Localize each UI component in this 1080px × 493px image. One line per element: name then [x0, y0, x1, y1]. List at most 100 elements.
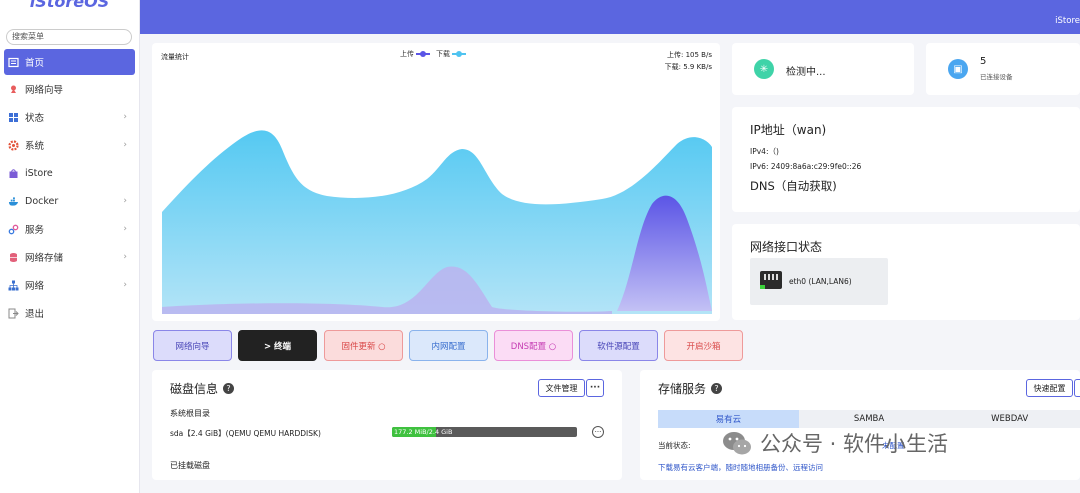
port-label: eth0 (LAN,LAN6)	[789, 277, 852, 286]
legend-download[interactable]: 下载	[436, 49, 466, 59]
sidebar-item-wizard[interactable]: 网络向导	[0, 75, 139, 103]
watermark-text: 公众号 · 软件小生活	[760, 432, 949, 456]
devices-count: 5	[980, 56, 987, 67]
legend-download-label: 下载	[436, 50, 450, 58]
storage-tabs: 易有云 SAMBA WEBDAV	[658, 410, 1080, 428]
mounted-heading: 已挂载磁盘	[170, 461, 210, 470]
disk-usage-bar: 177.2 MiB/2.4 GiB	[392, 427, 577, 437]
disk-options-icon[interactable]: ···	[592, 426, 604, 438]
sidebar-item-docker[interactable]: Docker ›	[0, 187, 139, 215]
net-interface-card: 网络接口状态 eth0 (LAN,LAN6)	[732, 224, 1080, 320]
sidebar-item-label: Docker	[25, 195, 59, 207]
logout-icon	[8, 308, 19, 319]
ipv6-value: IPv6: 2409:8a6a:c29:9fe0::26	[750, 162, 862, 171]
tab-webdav[interactable]: WEBDAV	[939, 410, 1080, 428]
storage-title-text: 存储服务	[658, 382, 707, 396]
file-manager-button[interactable]: 文件管理	[538, 379, 585, 397]
chevron-right-icon: ›	[123, 140, 127, 150]
sidebar-item-services[interactable]: 服务 ›	[0, 215, 139, 243]
sidebar-item-net-storage[interactable]: 网络存储 ›	[0, 243, 139, 271]
sidebar-item-label: 网络	[25, 281, 45, 292]
sidebar-item-label: 系统	[25, 141, 45, 152]
disk-title-text: 磁盘信息	[170, 382, 219, 396]
sidebar-item-istore[interactable]: iStore	[0, 159, 139, 187]
root-dir-heading: 系统根目录	[170, 409, 210, 418]
disk-usage-text: 177.2 MiB/2.4 GiB	[394, 428, 453, 436]
chevron-right-icon: ›	[123, 252, 127, 262]
storage-card: 存储服务 ? 快速配置 易有云 SAMBA WEBDAV 当前状态: 未配置 下…	[640, 370, 1080, 480]
devices-card[interactable]: ▣ 5 已连接设备	[926, 43, 1080, 95]
sidebar-item-status[interactable]: 状态 ›	[0, 103, 139, 131]
ethernet-port-icon	[760, 271, 782, 289]
services-icon	[8, 224, 19, 235]
tab-yiyouyun[interactable]: 易有云	[658, 410, 799, 428]
status-icon	[8, 112, 19, 123]
sidebar-item-label: 首页	[25, 58, 45, 69]
traffic-title: 流量统计	[161, 53, 189, 61]
docker-icon	[8, 196, 19, 207]
logo-text: iStoreOS	[29, 0, 110, 11]
search-input[interactable]: 搜索菜单	[6, 29, 132, 45]
checking-text: 检测中...	[786, 67, 826, 78]
quick-firmware-button[interactable]: 固件更新 ○	[324, 330, 403, 361]
quick-lan-config-button[interactable]: 内网配置	[409, 330, 488, 361]
disk-name: sda【2.4 GiB】(QEMU QEMU HARDDISK)	[170, 429, 321, 438]
checking-icon: ✳	[754, 59, 774, 79]
sidebar-item-label: 服务	[25, 225, 45, 236]
devices-label: 已连接设备	[980, 73, 1013, 81]
download-client-link[interactable]: 下载易有云客户端，随时随地相册备份、远程访问	[658, 462, 823, 473]
storage-more-button[interactable]	[1074, 379, 1080, 397]
logo[interactable]: iStoreOS	[0, 0, 139, 28]
chevron-right-icon: ›	[123, 196, 127, 206]
upload-rate: 上传: 105 B/s	[667, 51, 712, 59]
chart-legend: 上传 下载	[400, 49, 466, 59]
devices-icon: ▣	[948, 59, 968, 79]
ip-card: IP地址（wan) IPv4:（) IPv6: 2409:8a6a:c29:9f…	[732, 107, 1080, 212]
current-state-label: 当前状态:	[658, 441, 691, 450]
sidebar-item-system[interactable]: 系统 ›	[0, 131, 139, 159]
disk-card: 磁盘信息 ? 文件管理 ··· 系统根目录 sda【2.4 GiB】(QEMU …	[152, 370, 622, 480]
help-icon[interactable]: ?	[711, 383, 723, 394]
sidebar-item-label: 网络存储	[25, 253, 64, 264]
wizard-icon	[8, 84, 19, 95]
network-check-card[interactable]: ✳ 检测中...	[732, 43, 914, 95]
help-icon[interactable]: ?	[223, 383, 235, 394]
network-icon	[8, 280, 19, 291]
top-header: iStore	[140, 0, 1080, 34]
quick-terminal-button[interactable]: > 终端	[238, 330, 317, 361]
sidebar-item-label: iStore	[25, 167, 53, 179]
sidebar-item-label: 退出	[25, 309, 45, 320]
disk-more-button[interactable]: ···	[586, 379, 604, 397]
chevron-right-icon: ›	[123, 280, 127, 290]
legend-download-marker	[452, 51, 466, 57]
storage-icon	[8, 252, 19, 263]
store-icon	[8, 168, 19, 179]
wechat-icon	[723, 432, 751, 455]
system-icon	[8, 139, 19, 151]
quick-config-button[interactable]: 快速配置	[1026, 379, 1073, 397]
sidebar-item-network[interactable]: 网络 ›	[0, 271, 139, 299]
sidebar: iStoreOS 搜索菜单 首页 网络向导 状态 › 系统 › iStore D…	[0, 0, 140, 493]
quick-source-config-button[interactable]: 软件源配置	[579, 330, 658, 361]
disk-title: 磁盘信息 ?	[170, 380, 235, 397]
legend-upload-label: 上传	[400, 50, 414, 58]
sidebar-item-logout[interactable]: 退出	[0, 299, 139, 327]
traffic-chart	[162, 130, 712, 314]
storage-title: 存储服务 ?	[658, 380, 723, 397]
dns-title: DNS（自动获取)	[750, 179, 837, 193]
tab-samba[interactable]: SAMBA	[799, 410, 940, 428]
port-eth0[interactable]: eth0 (LAN,LAN6)	[750, 258, 888, 305]
sidebar-item-label: 状态	[25, 113, 45, 124]
quick-wizard-button[interactable]: 网络向导	[153, 330, 232, 361]
sidebar-item-home[interactable]: 首页	[4, 49, 135, 75]
quick-dns-config-button[interactable]: DNS配置 ○	[494, 330, 573, 361]
quick-sandbox-button[interactable]: 开启沙箱	[664, 330, 743, 361]
legend-upload[interactable]: 上传	[400, 49, 430, 59]
sidebar-item-label: 网络向导	[25, 85, 64, 96]
header-brand[interactable]: iStore	[1055, 16, 1080, 26]
net-interface-title: 网络接口状态	[750, 240, 823, 254]
chevron-right-icon: ›	[123, 112, 127, 122]
traffic-card: 流量统计 上传 下载 上传: 105 B/s 下载: 5.9 KB/s	[152, 43, 720, 321]
home-icon	[8, 57, 19, 68]
legend-upload-marker	[416, 51, 430, 57]
